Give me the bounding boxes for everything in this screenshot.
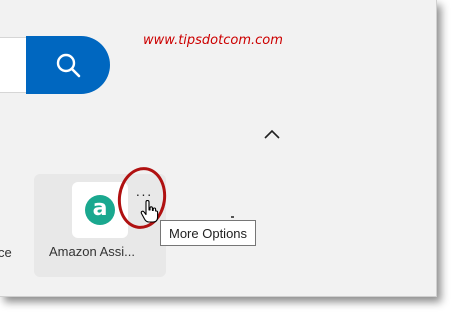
hand-cursor-icon [140, 200, 159, 223]
search-button[interactable] [26, 36, 110, 94]
chevron-up-icon [264, 129, 280, 139]
search-icon [56, 53, 81, 78]
browser-extensions-panel: www.tipsdotcom.com ce a Amazon Assi... ·… [0, 0, 437, 297]
more-options-tooltip: More Options [160, 220, 257, 246]
partial-app-name: ce [0, 245, 12, 260]
collapse-section-button[interactable] [262, 124, 282, 144]
app-name: Amazon Assi... [49, 244, 135, 259]
divider-mark [231, 216, 234, 218]
watermark-text: www.tipsdotcom.com [143, 33, 283, 48]
app-icon-badge: a [85, 195, 115, 225]
